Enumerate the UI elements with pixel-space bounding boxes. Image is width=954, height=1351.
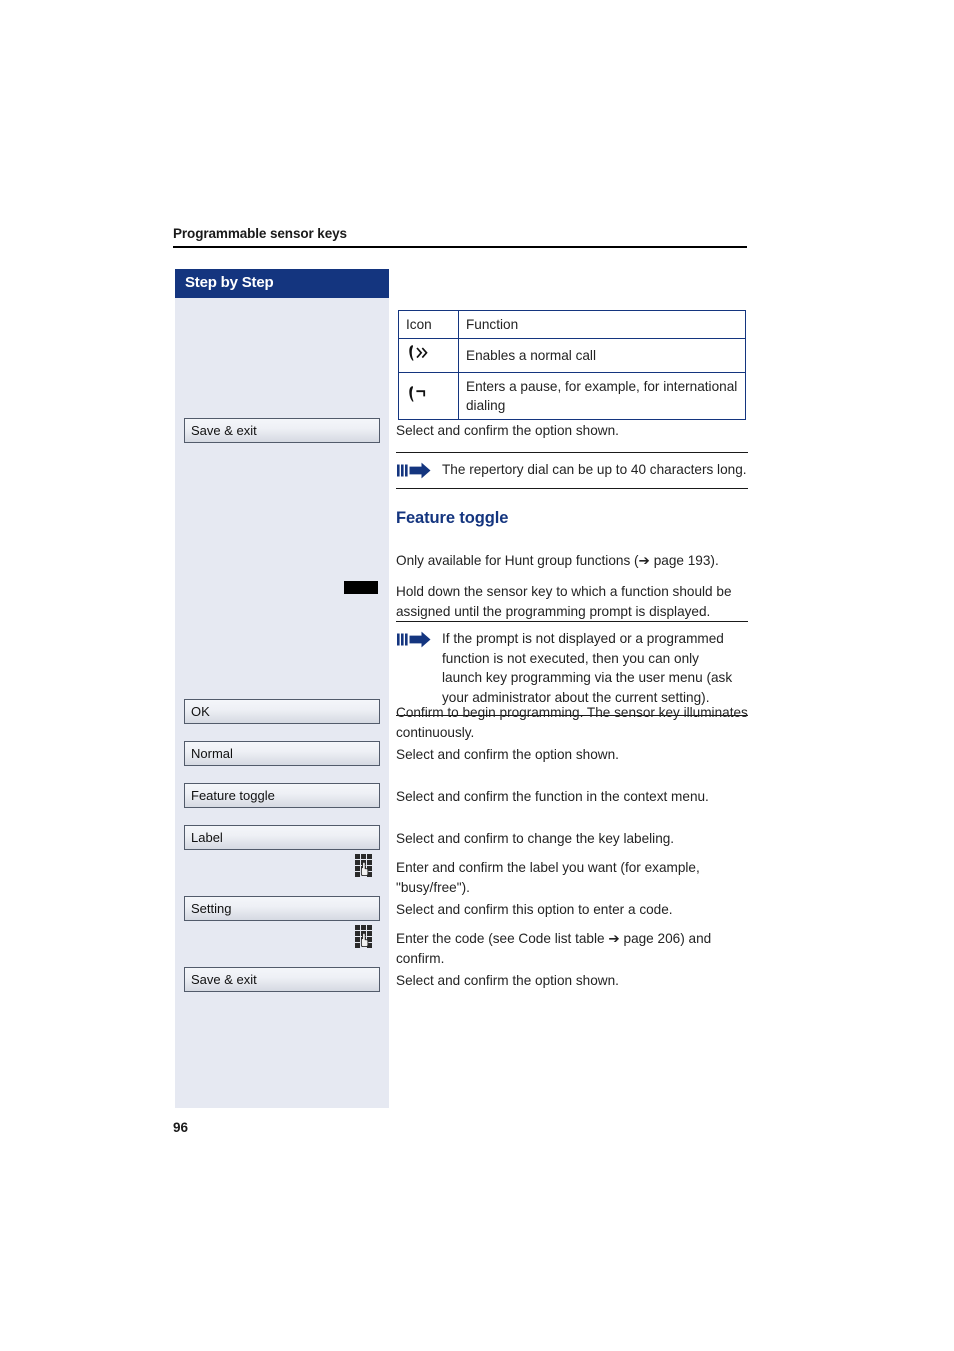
note-box-prompt-not-displayed: If the prompt is not displayed or a prog… (396, 621, 748, 716)
header-rule (173, 246, 747, 248)
icon-function-table: Icon Function Enables a normal call Ente… (398, 310, 746, 420)
table-cell-function: Enters a pause, for example, for interna… (458, 372, 746, 420)
note-box-repertory-dial: The repertory dial can be up to 40 chara… (396, 452, 748, 489)
table-header-icon: Icon (398, 310, 459, 339)
paragraph-enter-code: Enter the code (see Code list table ➔ pa… (396, 931, 712, 966)
softkey-setting[interactable]: Setting (184, 896, 380, 921)
paragraph-select-change-label: Select and confirm to change the key lab… (396, 831, 675, 846)
keypad-icon (355, 854, 377, 878)
table-row: Enables a normal call (398, 338, 746, 373)
keypad-icon (355, 925, 377, 949)
table-header-function: Function (458, 310, 746, 339)
paragraph-select-enter-code: Select and confirm this option to enter … (396, 902, 673, 917)
table-row: Enters a pause, for example, for interna… (398, 372, 746, 420)
note-arrow-icon (397, 462, 437, 479)
paragraph-only-available: Only available for Hunt group functions … (396, 553, 719, 568)
sidebar-header: Step by Step (175, 269, 389, 298)
page-number: 96 (173, 1120, 189, 1135)
softkey-normal[interactable]: Normal (184, 741, 380, 766)
handset-outgoing-icon (398, 338, 459, 373)
sidebar-title: Step by Step (185, 274, 274, 291)
paragraph-select-confirm-context: Select and confirm the function in the c… (396, 789, 709, 804)
softkey-label[interactable]: Label (184, 825, 380, 850)
softkey-save-and-exit-1[interactable]: Save & exit (184, 418, 380, 443)
running-header: Programmable sensor keys (173, 226, 347, 241)
softkey-ok[interactable]: OK (184, 699, 380, 724)
paragraph-hold-down: Hold down the sensor key to which a func… (396, 584, 732, 619)
document-page: Programmable sensor keys Step by Step Sa… (0, 0, 954, 1351)
paragraph-select-confirm-2: Select and confirm the option shown. (396, 747, 619, 762)
table-cell-function: Enables a normal call (458, 338, 746, 373)
sensor-key-icon (344, 581, 378, 594)
paragraph-confirm-begin: Confirm to begin programming. The sensor… (396, 705, 748, 740)
section-heading-feature-toggle: Feature toggle (396, 509, 509, 527)
note-arrow-icon (397, 631, 437, 648)
note-text-prompt-not-displayed: If the prompt is not displayed or a prog… (442, 631, 733, 705)
softkey-save-and-exit-2[interactable]: Save & exit (184, 967, 380, 992)
paragraph-select-confirm-3: Select and confirm the option shown. (396, 973, 619, 988)
paragraph-enter-label: Enter and confirm the label you want (fo… (396, 860, 700, 895)
table-header-row: Icon Function (398, 310, 746, 339)
softkey-feature-toggle[interactable]: Feature toggle (184, 783, 380, 808)
note-text-repertory-dial: The repertory dial can be up to 40 chara… (442, 462, 747, 477)
handset-pause-icon (398, 372, 459, 420)
paragraph-select-confirm-1: Select and confirm the option shown. (396, 423, 619, 438)
